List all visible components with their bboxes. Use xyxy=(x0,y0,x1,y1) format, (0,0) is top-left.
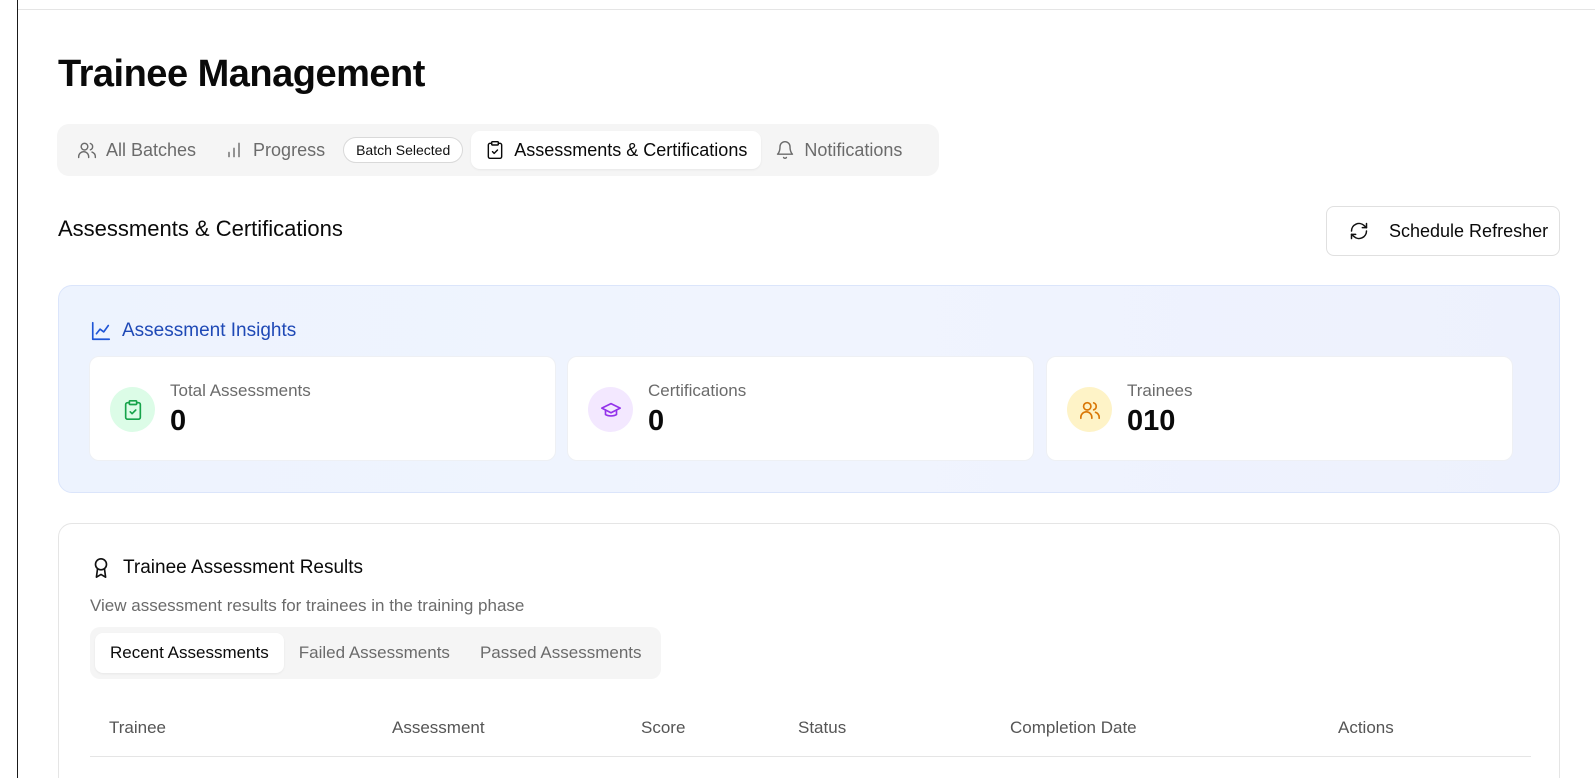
tab-notifications-label: Notifications xyxy=(804,139,903,160)
stat-label: Trainees xyxy=(1127,381,1193,400)
tab-progress-label: Progress xyxy=(253,139,326,160)
section-title: Assessments & Certifications xyxy=(58,216,343,241)
tab-passed-assessments[interactable]: Passed Assessments xyxy=(465,633,657,673)
tab-assessments-certifications[interactable]: Assessments & Certifications xyxy=(471,131,762,169)
column-header-assessment: Assessment xyxy=(392,718,485,737)
schedule-refresher-label: Schedule Refresher xyxy=(1389,220,1549,241)
left-border xyxy=(17,0,18,778)
tab-failed-assessments[interactable]: Failed Assessments xyxy=(284,633,465,673)
tab-all-batches[interactable]: All Batches xyxy=(63,131,210,169)
stat-value: 0 xyxy=(648,405,665,437)
column-header-completion-date: Completion Date xyxy=(1010,718,1137,737)
results-title: Trainee Assessment Results xyxy=(123,557,364,578)
results-header: Trainee Assessment Results xyxy=(90,556,363,580)
tab-progress[interactable]: Progress xyxy=(210,131,339,169)
header-divider xyxy=(18,9,1595,10)
refresh-icon xyxy=(1350,222,1368,240)
stat-icon-wrap xyxy=(110,387,155,432)
column-header-trainee: Trainee xyxy=(109,718,167,737)
results-tabs: Recent Assessments Failed Assessments Pa… xyxy=(90,627,661,679)
award-icon xyxy=(94,558,108,578)
batch-selected-badge: Batch Selected xyxy=(343,137,464,163)
tab-all-batches-label: All Batches xyxy=(106,139,197,160)
stat-card-certifications: Certifications 0 xyxy=(567,356,1034,461)
results-subtitle: View assessment results for trainees in … xyxy=(90,596,525,615)
stat-label: Certifications xyxy=(648,381,747,400)
tab-notifications[interactable]: Notifications xyxy=(761,131,916,169)
main-tabs: All Batches Progress Batch Selected Asse… xyxy=(57,124,939,176)
stat-value: 0 xyxy=(170,405,187,437)
bell-icon xyxy=(777,141,794,160)
assessment-insights-header: Assessment Insights xyxy=(90,320,296,342)
table-header: Trainee Assessment Score Status Completi… xyxy=(90,702,1531,757)
column-header-score: Score xyxy=(641,718,686,737)
users-icon xyxy=(1079,401,1100,419)
stat-icon-wrap xyxy=(588,387,633,432)
clipboard-check-icon xyxy=(124,399,141,420)
assessment-insights-title: Assessment Insights xyxy=(122,320,297,341)
schedule-refresher-button[interactable]: Schedule Refresher xyxy=(1326,206,1560,256)
stat-icon-wrap xyxy=(1067,387,1112,432)
clipboard-check-icon xyxy=(487,140,503,160)
tab-assessments-label: Assessments & Certifications xyxy=(514,139,748,160)
stat-value: 010 xyxy=(1127,405,1176,437)
column-header-actions: Actions xyxy=(1338,718,1394,737)
trainee-assessment-results-panel: Trainee Assessment Results View assessme… xyxy=(58,523,1560,778)
graduation-cap-icon xyxy=(600,402,621,417)
column-header-status: Status xyxy=(798,718,847,737)
users-icon xyxy=(77,142,97,159)
page-title: Trainee Management xyxy=(58,53,425,95)
stat-label: Total Assessments xyxy=(170,381,311,400)
tab-recent-assessments[interactable]: Recent Assessments xyxy=(95,633,284,673)
line-chart-icon xyxy=(91,321,111,341)
bar-chart-icon xyxy=(228,142,240,158)
stat-card-trainees: Trainees 010 xyxy=(1046,356,1513,461)
stat-card-total-assessments: Total Assessments 0 xyxy=(89,356,556,461)
assessment-insights-panel: Assessment Insights Total Assessments 0 … xyxy=(58,285,1560,493)
